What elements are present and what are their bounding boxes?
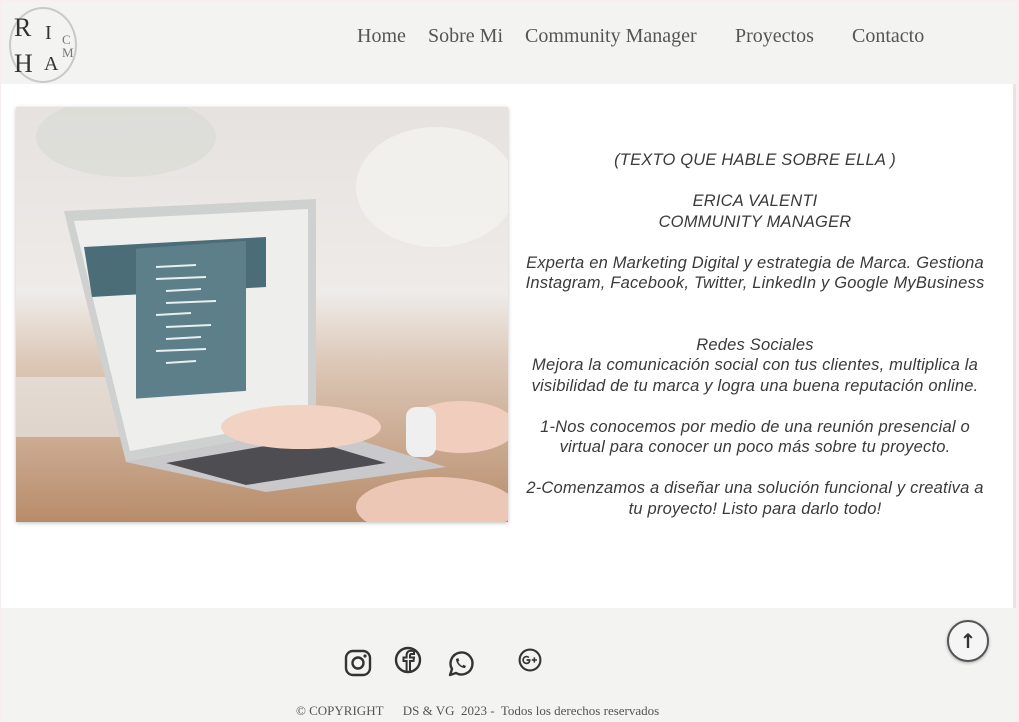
bio-line: (TEXTO QUE HABLE SOBRE ELLA ): [614, 151, 896, 169]
whatsapp-icon[interactable]: [445, 649, 475, 679]
laptop-illustration: [16, 107, 508, 522]
bio-line: [512, 396, 998, 417]
bio-text: (TEXTO QUE HABLE SOBRE ELLA ) ERICA VALE…: [512, 150, 998, 519]
logo[interactable]: R I C H A M: [9, 7, 77, 83]
bio-line: visibilidad de tu marca y logra una buen…: [531, 376, 979, 395]
nav-contacto[interactable]: Contacto: [852, 25, 924, 48]
nav-home[interactable]: Home: [357, 25, 406, 48]
bio-line: 1-Nos conocemos por medio de una reunión…: [540, 417, 970, 436]
nav-sobre-mi[interactable]: Sobre Mi: [428, 25, 503, 48]
bio-line: [512, 458, 998, 479]
bio-heading: Redes Sociales: [696, 335, 814, 354]
bio-line: [512, 294, 998, 315]
logo-letter: R: [14, 13, 32, 42]
bio-line: [512, 171, 998, 192]
bio-line: virtual para conocer un poco más sobre t…: [559, 438, 951, 456]
logo-letter: I: [45, 22, 52, 44]
bio-line: [512, 232, 998, 253]
nav-community-manager[interactable]: Community Manager: [525, 25, 697, 48]
nav-proyectos[interactable]: Proyectos: [735, 25, 814, 48]
scroll-to-top-button[interactable]: ↑: [947, 620, 989, 662]
bio-line: Mejora la comunicación social con tus cl…: [532, 356, 978, 374]
bio-name: ERICA VALENTI: [692, 192, 818, 210]
bio-line: Instagram, Facebook, Twitter, LinkedIn y…: [525, 274, 985, 292]
site-footer: © COPYRIGHT DS & VG 2023 - Todos los der…: [1, 608, 1016, 722]
google-plus-icon[interactable]: [517, 647, 543, 673]
logo-letter: H: [14, 49, 33, 78]
hero-image: [16, 107, 508, 522]
logo-letter: A: [44, 53, 59, 75]
bio-line: [512, 314, 998, 335]
bio-line: 2-Comenzamos a diseñar una solución func…: [526, 479, 984, 497]
logo-letter: M: [62, 45, 74, 60]
instagram-icon[interactable]: [343, 648, 373, 678]
copyright-text: © COPYRIGHT DS & VG 2023 - Todos los der…: [296, 703, 660, 718]
bio-line: tu proyecto! Listo para darlo todo!: [628, 499, 882, 518]
bio-line: Experta en Marketing Digital y estrategi…: [526, 253, 984, 272]
site-header: R I C H A M Home Sobre Mi Community Mana…: [1, 1, 1016, 84]
bio-role: COMMUNITY MANAGER: [658, 212, 852, 231]
facebook-icon[interactable]: [393, 645, 423, 675]
arrow-up-icon: ↑: [959, 629, 977, 653]
